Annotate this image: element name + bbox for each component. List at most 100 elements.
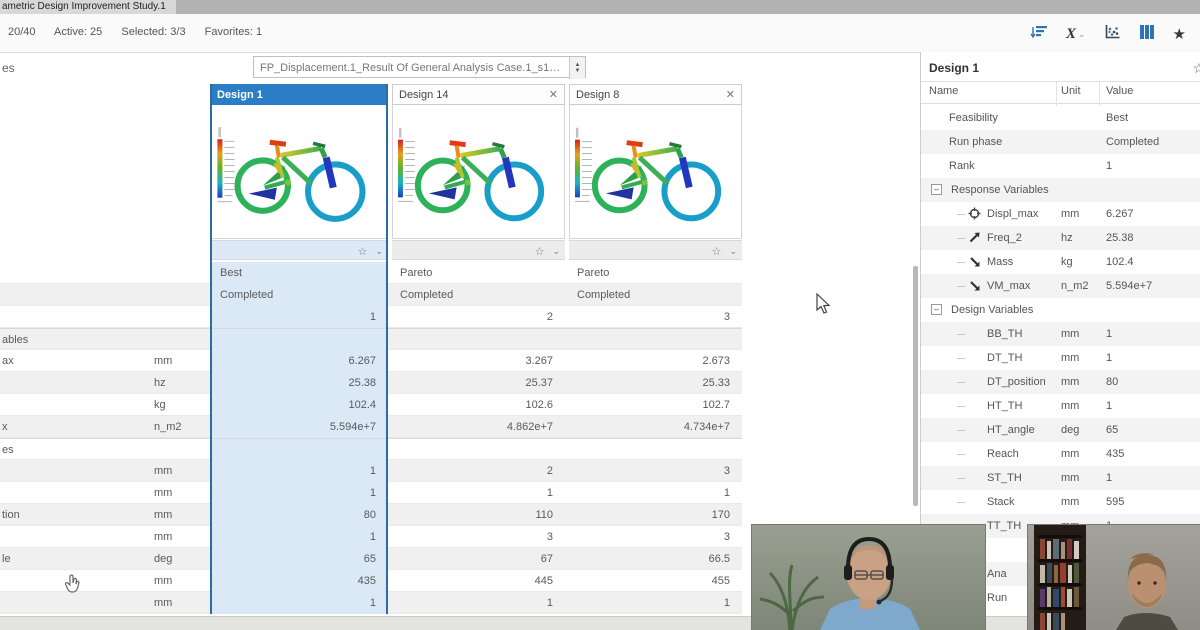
detail-value[interactable]: 65 (1106, 418, 1118, 442)
cell-value[interactable] (392, 439, 565, 461)
detail-row[interactable]: Reachmm435 (921, 442, 1200, 466)
cell-value[interactable] (212, 329, 388, 351)
design-card[interactable]: Design 14✕ (392, 84, 565, 262)
cell-value[interactable]: 25.38 (212, 372, 388, 394)
detail-value[interactable]: 1 (1106, 394, 1112, 418)
detail-row[interactable]: Run phaseCompleted (921, 130, 1200, 154)
cell-value[interactable]: 110 (392, 504, 565, 526)
cell-value[interactable]: 1 (212, 526, 388, 548)
detail-row[interactable]: –Design Variables (921, 298, 1200, 322)
detail-value[interactable]: 435 (1106, 442, 1124, 466)
cell-value[interactable] (392, 329, 565, 351)
detail-value[interactable]: 1 (1106, 466, 1112, 490)
collapse-icon[interactable]: – (931, 184, 942, 195)
result-selector-dropdown[interactable]: FP_Displacement.1_Result Of General Anal… (253, 56, 586, 78)
design-card[interactable]: Design 1 (210, 84, 388, 262)
detail-row[interactable]: Freq_2hz25.38 (921, 226, 1200, 250)
detail-value[interactable]: 80 (1106, 370, 1118, 394)
cell-value[interactable]: 1 (212, 592, 388, 614)
cell-value[interactable]: 3 (569, 526, 742, 548)
collapse-icon[interactable]: – (931, 304, 942, 315)
detail-value[interactable]: 102.4 (1106, 250, 1134, 274)
cell-value[interactable]: 67 (392, 548, 565, 570)
cell-value[interactable]: 435 (212, 570, 388, 592)
cell-value[interactable]: 455 (569, 570, 742, 592)
cell-value[interactable]: 1 (392, 592, 565, 614)
detail-row[interactable]: ST_THmm1 (921, 466, 1200, 490)
design-card-title[interactable]: Design 8✕ (569, 84, 742, 105)
cell-value[interactable]: Completed (392, 284, 565, 306)
column-header-unit[interactable]: Unit (1061, 85, 1081, 97)
detail-row[interactable]: –Response Variables (921, 178, 1200, 202)
cell-value[interactable]: 2 (392, 460, 565, 482)
cell-value[interactable]: 6.267 (212, 350, 388, 372)
star-icon[interactable]: ★ (1173, 25, 1186, 43)
detail-row[interactable]: Masskg102.4 (921, 250, 1200, 274)
cell-value[interactable]: 170 (569, 504, 742, 526)
cell-value[interactable] (212, 439, 388, 461)
design-card-title[interactable]: Design 14✕ (392, 84, 565, 105)
scatter-plot-icon[interactable] (1104, 24, 1121, 45)
detail-row[interactable]: Rank1 (921, 154, 1200, 178)
favorite-star-icon[interactable]: ☆ (535, 245, 545, 258)
study-tab[interactable]: ametric Design Improvement Study.1 (0, 0, 176, 14)
detail-value[interactable]: 595 (1106, 490, 1124, 514)
cell-value[interactable]: Pareto (569, 262, 742, 284)
columns-icon[interactable] (1139, 24, 1155, 45)
cell-value[interactable]: Completed (569, 284, 742, 306)
chevron-down-icon[interactable]: ⌄ (552, 246, 560, 257)
cell-value[interactable]: 4.734e+7 (569, 416, 742, 438)
detail-value[interactable]: 1 (1106, 346, 1112, 370)
detail-row[interactable]: DT_positionmm80 (921, 370, 1200, 394)
detail-value[interactable]: 1 (1106, 322, 1112, 346)
cell-value[interactable]: 1 (212, 482, 388, 504)
cell-value[interactable] (569, 439, 742, 461)
chevron-down-icon[interactable]: ⌄ (375, 246, 383, 257)
cell-value[interactable]: 3 (392, 526, 565, 548)
cell-value[interactable]: 3.267 (392, 350, 565, 372)
spinner-arrows-icon[interactable]: ▲▼ (569, 57, 585, 79)
column-header-name[interactable]: Name (929, 85, 958, 97)
cell-value[interactable]: 2 (392, 306, 565, 328)
close-icon[interactable]: ✕ (549, 85, 558, 106)
cell-value[interactable]: 3 (569, 460, 742, 482)
cell-value[interactable]: 445 (392, 570, 565, 592)
cell-value[interactable]: 25.33 (569, 372, 742, 394)
cell-value[interactable]: 4.862e+7 (392, 416, 565, 438)
detail-row[interactable]: BB_THmm1 (921, 322, 1200, 346)
cell-value[interactable]: 1 (569, 482, 742, 504)
detail-value[interactable]: 6.267 (1106, 202, 1134, 226)
cell-value[interactable]: 3 (569, 306, 742, 328)
column-header-value[interactable]: Value (1106, 85, 1133, 97)
favorite-star-icon[interactable]: ☆ (1192, 60, 1200, 77)
cell-value[interactable]: Pareto (392, 262, 565, 284)
cell-value[interactable]: 102.6 (392, 394, 565, 416)
detail-value[interactable]: 5.594e+7 (1106, 274, 1152, 298)
design-card[interactable]: Design 8✕ (569, 84, 742, 262)
cell-value[interactable]: 5.594e+7 (212, 416, 388, 438)
detail-row[interactable]: DT_THmm1 (921, 346, 1200, 370)
detail-value[interactable]: 25.38 (1106, 226, 1134, 250)
chevron-down-icon[interactable]: ⌄ (729, 246, 737, 257)
cell-value[interactable]: 66.5 (569, 548, 742, 570)
detail-row[interactable]: VM_maxn_m25.594e+7 (921, 274, 1200, 298)
cell-value[interactable]: Completed (212, 284, 388, 306)
cell-value[interactable]: 1 (569, 592, 742, 614)
detail-row[interactable]: Stackmm595 (921, 490, 1200, 514)
cell-value[interactable]: 25.37 (392, 372, 565, 394)
sort-descending-icon[interactable] (1030, 24, 1048, 45)
detail-row[interactable]: HT_angledeg65 (921, 418, 1200, 442)
cell-value[interactable]: 1 (212, 460, 388, 482)
cell-value[interactable] (569, 329, 742, 351)
cell-value[interactable]: 102.4 (212, 394, 388, 416)
cell-value[interactable]: 1 (212, 306, 388, 328)
detail-value[interactable]: Completed (1106, 130, 1159, 154)
vertical-scrollbar[interactable] (913, 266, 918, 506)
detail-row[interactable]: HT_THmm1 (921, 394, 1200, 418)
design-card-title[interactable]: Design 1 (210, 84, 388, 105)
cell-value[interactable]: Best (212, 262, 388, 284)
cell-value[interactable]: 1 (392, 482, 565, 504)
cell-value[interactable]: 2.673 (569, 350, 742, 372)
favorite-star-icon[interactable]: ☆ (712, 245, 722, 258)
favorite-star-icon[interactable]: ☆ (358, 245, 368, 258)
